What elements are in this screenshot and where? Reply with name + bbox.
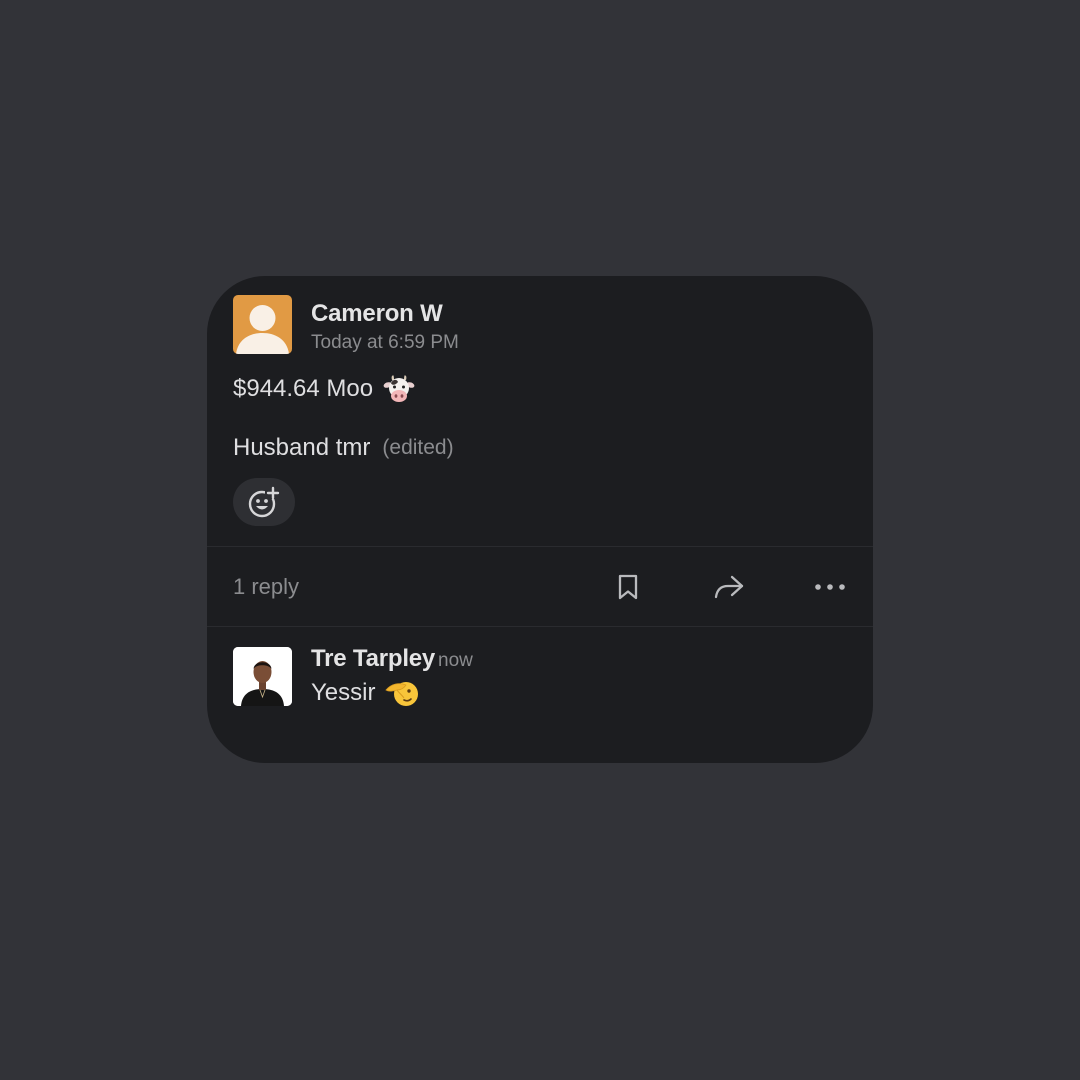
replier-avatar[interactable] bbox=[233, 647, 292, 706]
reply-author-name[interactable]: Tre Tarpley bbox=[311, 645, 435, 673]
add-reaction-icon bbox=[248, 486, 280, 518]
reply-message-text: Yessir bbox=[311, 679, 376, 706]
default-user-icon bbox=[236, 305, 289, 354]
bookmark-icon bbox=[618, 574, 638, 600]
user-photo bbox=[233, 647, 292, 706]
author-name[interactable]: Cameron W bbox=[311, 300, 443, 328]
bookmark-button[interactable] bbox=[610, 570, 646, 604]
share-button[interactable] bbox=[711, 570, 747, 604]
message-timestamp[interactable]: Today at 6:59 PM bbox=[311, 332, 459, 354]
reply-message: Yessir bbox=[311, 678, 419, 708]
share-arrow-icon bbox=[714, 575, 744, 599]
message-line-2: Husband tmr (edited) bbox=[233, 434, 454, 462]
divider bbox=[207, 626, 873, 627]
message-card: Cameron W Today at 6:59 PM $944.64 Moo H… bbox=[207, 276, 873, 763]
divider bbox=[207, 546, 873, 547]
more-icon bbox=[815, 584, 845, 590]
reply-count-link[interactable]: 1 reply bbox=[233, 574, 299, 600]
saluting-face-icon bbox=[385, 678, 419, 708]
more-actions-button[interactable] bbox=[812, 570, 848, 604]
message-line-2-text: Husband tmr bbox=[233, 434, 371, 461]
reply-timestamp[interactable]: now bbox=[438, 650, 473, 672]
add-reaction-button[interactable] bbox=[233, 478, 295, 526]
edited-label: (edited) bbox=[382, 436, 454, 459]
message-line-1-text: $944.64 Moo bbox=[233, 375, 374, 402]
message-line-1: $944.64 Moo bbox=[233, 374, 415, 404]
cow-face-icon bbox=[383, 374, 415, 404]
author-avatar[interactable] bbox=[233, 295, 292, 354]
